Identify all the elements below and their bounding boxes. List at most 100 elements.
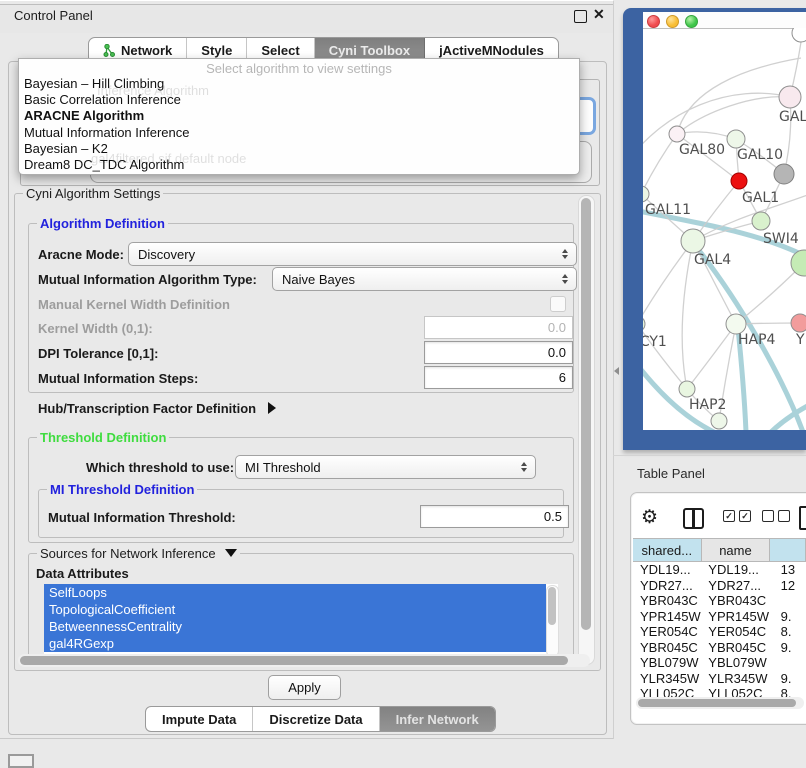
network-node-swi4[interactable] [752,212,770,230]
hub-definition-toggle[interactable]: Hub/Transcription Factor Definition [38,401,276,416]
minimized-panel-icon[interactable] [8,754,34,768]
table-body: YDL19...YDL19...13YDR27...YDR27...12YBR0… [633,562,806,700]
tab-label: jActiveMNodules [439,43,544,58]
network-node-gal1[interactable] [731,173,747,189]
mi-steps-field[interactable]: 6 [424,366,573,389]
table-row[interactable]: YDR27...YDR27...12 [633,578,806,594]
column-header-shared-name[interactable]: shared... [633,539,702,561]
close-icon[interactable]: ✕ [593,6,605,23]
attribute-item[interactable]: gal4RGexp [44,635,546,652]
table-cell: 8. [770,624,806,639]
table-row[interactable]: YBR045CYBR045C9. [633,640,806,656]
document-icon[interactable] [799,506,806,530]
tab-label: Cyni Toolbox [329,43,410,58]
network-canvas[interactable]: GALGAL80GAL10GAL1GAL11SWI4GAL4GCY1HAP4YH… [643,28,806,430]
threshold-definition-title: Threshold Definition [37,430,169,445]
data-attributes-list[interactable]: SelfLoops TopologicalCoefficient Between… [44,584,558,656]
network-node[interactable] [791,250,806,276]
select-all-checkbox-icon[interactable]: ✓ [723,510,735,522]
mi-steps-label: Mutual Information Steps: [38,371,198,386]
tab-label: Network [121,43,172,58]
tab-infer-network[interactable]: Infer Network [380,707,495,731]
split-view-icon[interactable] [683,508,704,529]
attribute-item[interactable]: SelfLoops [44,584,546,601]
settings-vertical-scrollbar-thumb[interactable] [581,198,591,630]
attribute-item[interactable]: TopologicalCoefficient [44,601,546,618]
table-cell: YER054C [701,624,769,639]
dpi-tolerance-field[interactable]: 0.0 [424,341,573,364]
aracne-mode-combo[interactable]: Discovery [128,242,577,266]
network-node-gcy1[interactable] [643,316,645,332]
settings-horizontal-scrollbar-thumb[interactable] [20,656,568,665]
tab-label: Impute Data [162,712,236,727]
network-node-hap4[interactable] [726,314,746,334]
tab-discretize-data[interactable]: Discretize Data [253,707,379,731]
data-attributes-label: Data Attributes [36,566,129,581]
node-label: GAL4 [694,252,731,268]
network-view-inner: GALGAL80GAL10GAL1GAL11SWI4GAL4GCY1HAP4YH… [643,12,806,430]
splitpane-collapse-icon[interactable] [614,367,619,375]
deselect-all-checkbox-icon[interactable] [762,510,774,522]
table-cell: YBL079W [701,655,769,670]
network-node-gal10[interactable] [727,130,745,148]
table-cell: YBR045C [633,640,701,655]
zoom-traffic-light-icon[interactable] [685,15,698,28]
network-node-hap2[interactable] [679,381,695,397]
table-row[interactable]: YPR145WYPR145W9. [633,609,806,625]
network-node-gal[interactable] [779,86,801,108]
algorithm-option[interactable]: Bayesian – Hill Climbing [19,76,579,92]
table-row[interactable]: YER054CYER054C8. [633,624,806,640]
algorithm-option[interactable]: Bayesian – K2 [19,141,579,157]
column-header-partial[interactable] [770,539,806,561]
table-row[interactable]: YDL19...YDL19...13 [633,562,806,578]
which-threshold-label: Which threshold to use: [86,460,234,475]
table-cell: YDR27... [633,578,701,593]
table-cell: YPR145W [633,609,701,624]
minimize-traffic-light-icon[interactable] [666,15,679,28]
table-row[interactable]: YBL079WYBL079W [633,655,806,671]
node-table[interactable]: shared... name YDL19...YDL19...13YDR27..… [633,538,806,700]
table-cell: 9. [770,671,806,686]
which-threshold-combo[interactable]: MI Threshold [235,455,536,479]
algorithm-option[interactable]: Mutual Information Inference [19,125,579,141]
node-label: HAP2 [689,397,726,413]
node-label: GAL80 [679,142,725,158]
column-header-name[interactable]: name [702,539,771,561]
sources-title[interactable]: Sources for Network Inference [37,546,240,561]
attribute-item[interactable]: BetweennessCentrality [44,618,546,635]
table-row[interactable]: YLR345WYLR345W9. [633,671,806,687]
network-node[interactable] [711,413,727,429]
network-window-titlebar[interactable] [643,12,806,29]
algorithm-dropdown-popup: Inference Algorithm gal4filtered.sif def… [18,58,580,175]
network-node-gal11[interactable] [643,186,649,202]
table-row[interactable]: YBR043CYBR043C [633,593,806,609]
tab-label: Style [201,43,232,58]
manual-kernel-width-checkbox[interactable] [550,296,566,312]
hub-definition-label: Hub/Transcription Factor Definition [38,401,256,416]
table-cell: YPR145W [701,609,769,624]
apply-button[interactable]: Apply [268,675,341,700]
network-node-gal4[interactable] [681,229,705,253]
attributes-scrollbar-thumb[interactable] [548,587,556,625]
mi-threshold-field[interactable]: 0.5 [420,505,569,528]
float-window-icon[interactable] [574,10,587,23]
network-node[interactable] [774,164,794,184]
algorithm-option-selected[interactable]: ARACNE Algorithm [19,108,579,124]
tab-label: Discretize Data [269,712,362,727]
deselect-all-checkbox-icon[interactable] [778,510,790,522]
algorithm-option[interactable]: Dream8 DC_TDC Algorithm [19,157,579,173]
select-all-checkbox-icon[interactable]: ✓ [739,510,751,522]
table-horizontal-scrollbar-thumb[interactable] [638,699,796,707]
kernel-width-field[interactable]: 0.0 [424,316,573,339]
network-node-gal80[interactable] [669,126,685,142]
mi-algorithm-type-combo[interactable]: Naive Bayes [272,267,577,291]
table-cell: 9. [770,640,806,655]
tab-impute-data[interactable]: Impute Data [146,707,253,731]
network-node[interactable] [792,28,806,42]
network-node-y[interactable] [791,314,806,332]
gear-icon[interactable]: ⚙ [641,508,658,527]
algorithm-option[interactable]: Basic Correlation Inference [19,92,579,108]
node-label: GAL11 [645,202,691,218]
close-traffic-light-icon[interactable] [647,15,660,28]
aracne-mode-value: Discovery [138,247,195,262]
